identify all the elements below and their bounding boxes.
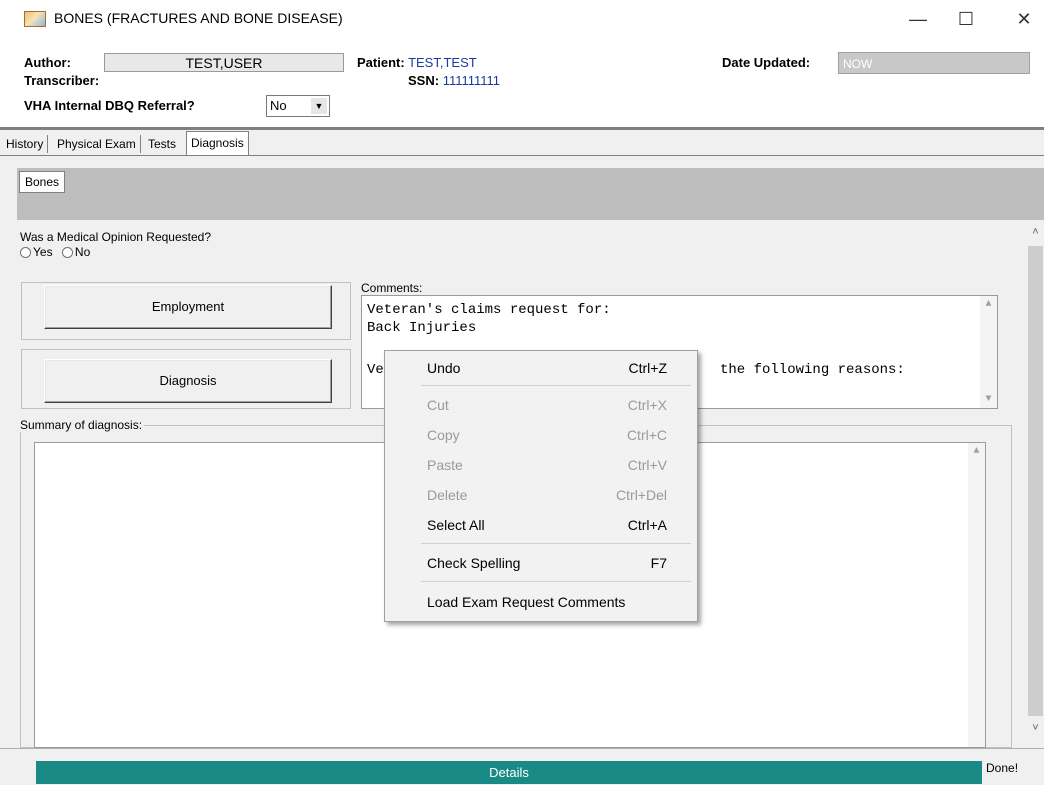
summary-scrollbar[interactable]: ▲: [968, 443, 985, 747]
menu-item-select-all[interactable]: Select All Ctrl+A: [385, 512, 697, 538]
app-icon: [24, 11, 46, 27]
comments-line-1: Veteran's claims request for:: [367, 302, 611, 318]
menu-item-delete[interactable]: Delete Ctrl+Del: [385, 482, 697, 508]
patient-label: Patient:: [357, 55, 405, 70]
comments-label: Comments:: [361, 281, 423, 295]
tab-tests[interactable]: Tests: [144, 135, 180, 153]
patient-field: Patient: TEST,TEST: [357, 55, 477, 70]
subtab-strip: [17, 168, 1044, 220]
radio-no-label: No: [74, 245, 91, 259]
page-scroll-thumb[interactable]: [1028, 246, 1043, 716]
ssn-value: 111111111: [442, 73, 501, 88]
comments-line-3-end: the following reasons:: [720, 362, 905, 378]
summary-label: Summary of diagnosis:: [20, 418, 145, 432]
menu-separator: [421, 385, 691, 386]
tab-diagnosis[interactable]: Diagnosis: [186, 131, 249, 156]
date-updated-field: NOW: [838, 52, 1030, 74]
menu-separator: [421, 581, 691, 582]
details-bar[interactable]: Details: [36, 761, 982, 784]
author-label: Author:: [24, 55, 71, 70]
comments-line-3-start: Ve: [367, 362, 384, 378]
radio-yes[interactable]: [20, 247, 31, 259]
ssn-field: SSN: 111111111: [408, 73, 500, 88]
radio-no[interactable]: [61, 247, 73, 259]
tab-physical-exam[interactable]: Physical Exam: [53, 135, 141, 153]
chevron-down-icon[interactable]: ▼: [311, 98, 327, 114]
menu-item-load-exam-request-comments[interactable]: Load Exam Request Comments: [385, 589, 697, 615]
comments-scrollbar[interactable]: ▲ ▼: [980, 296, 997, 408]
done-label: Done!: [986, 761, 1019, 775]
menu-item-check-spelling[interactable]: Check Spelling F7: [385, 550, 697, 576]
medical-opinion-question: Was a Medical Opinion Requested?: [20, 230, 211, 244]
comments-line-2: Back Injuries: [367, 320, 477, 336]
menu-item-paste[interactable]: Paste Ctrl+V: [385, 452, 697, 478]
chevron-up-icon[interactable]: ˄: [1027, 226, 1044, 243]
minimize-button[interactable]: —: [898, 6, 938, 32]
menu-separator: [421, 543, 691, 544]
ssn-label: SSN:: [408, 73, 440, 88]
patient-value: TEST,TEST: [408, 55, 477, 70]
header-panel: [0, 36, 1044, 128]
scroll-up-icon[interactable]: ▲: [980, 296, 997, 313]
menu-item-cut[interactable]: Cut Ctrl+X: [385, 392, 697, 418]
scroll-up-icon[interactable]: ▲: [968, 443, 985, 460]
author-field[interactable]: TEST,USER: [104, 53, 344, 72]
subtab-bones[interactable]: Bones: [19, 171, 66, 193]
chevron-down-icon[interactable]: ˅: [1027, 722, 1044, 739]
medical-opinion-radios: Yes No: [20, 245, 90, 259]
radio-yes-label: Yes: [33, 245, 53, 259]
window-title: BONES (FRACTURES AND BONE DISEASE): [54, 10, 343, 26]
scroll-down-icon[interactable]: ▼: [980, 391, 997, 408]
employment-button[interactable]: Employment: [44, 285, 332, 329]
close-button[interactable]: ✕: [1004, 6, 1044, 32]
menu-item-copy[interactable]: Copy Ctrl+C: [385, 422, 697, 448]
date-updated-label: Date Updated:: [722, 55, 811, 70]
transcriber-label: Transcriber:: [24, 73, 100, 88]
tab-history[interactable]: History: [2, 135, 49, 153]
dbq-referral-label: VHA Internal DBQ Referral?: [24, 98, 195, 113]
tab-divider: [0, 155, 1044, 156]
context-menu: Undo Ctrl+Z Cut Ctrl+X Copy Ctrl+C Paste…: [384, 350, 698, 622]
diagnosis-button[interactable]: Diagnosis: [44, 359, 332, 403]
dbq-referral-select[interactable]: No ▼: [266, 95, 330, 117]
maximize-button[interactable]: ☐: [946, 6, 986, 32]
menu-item-undo[interactable]: Undo Ctrl+Z: [385, 355, 697, 381]
dbq-referral-value: No: [270, 98, 287, 113]
